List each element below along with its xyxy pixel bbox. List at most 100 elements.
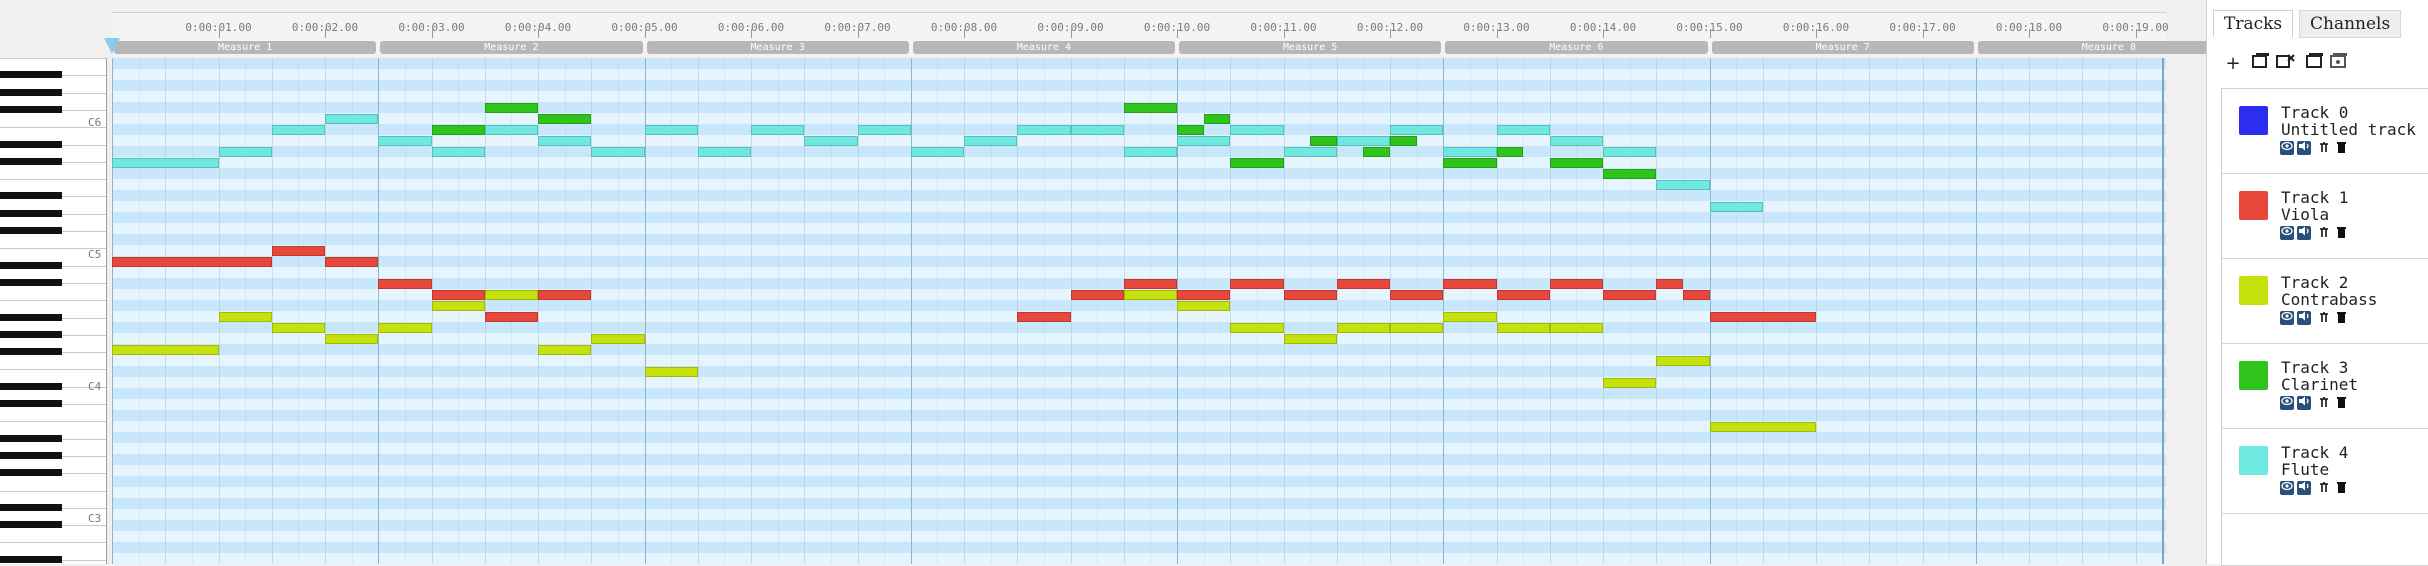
note-flute[interactable] xyxy=(1656,180,1710,190)
black-key[interactable] xyxy=(0,330,62,338)
note-contrabass[interactable] xyxy=(1390,323,1444,333)
note-flute[interactable] xyxy=(964,136,1018,146)
note-flute[interactable] xyxy=(538,136,592,146)
note-viola[interactable] xyxy=(1230,279,1284,289)
black-key[interactable] xyxy=(0,469,62,477)
note-flute[interactable] xyxy=(1017,125,1071,135)
note-contrabass[interactable] xyxy=(271,323,325,333)
note-grid[interactable] xyxy=(112,58,2166,564)
note-contrabass[interactable] xyxy=(1177,301,1231,311)
note-clarinet[interactable] xyxy=(538,114,592,124)
speaker-icon[interactable] xyxy=(2297,311,2311,325)
note-contrabass[interactable] xyxy=(538,345,592,355)
track-row[interactable]: Track 3 Clarinet xyxy=(2222,344,2428,429)
note-flute[interactable] xyxy=(644,125,698,135)
note-clarinet[interactable] xyxy=(1203,114,1231,124)
note-contrabass[interactable] xyxy=(325,334,379,344)
note-clarinet[interactable] xyxy=(1363,147,1390,157)
note-clarinet[interactable] xyxy=(1443,158,1497,168)
note-clarinet[interactable] xyxy=(484,103,538,113)
trash-icon[interactable] xyxy=(2334,481,2348,495)
trash-icon[interactable] xyxy=(2334,141,2348,155)
black-key[interactable] xyxy=(0,348,62,356)
instrument-icon[interactable] xyxy=(2317,481,2331,495)
note-flute[interactable] xyxy=(1283,147,1337,157)
black-key[interactable] xyxy=(0,88,62,96)
note-contrabass[interactable] xyxy=(1443,312,1497,322)
note-contrabass[interactable] xyxy=(112,345,219,355)
trash-icon[interactable] xyxy=(2334,226,2348,240)
instrument-icon[interactable] xyxy=(2317,141,2331,155)
note-viola[interactable] xyxy=(1496,290,1550,300)
black-key[interactable] xyxy=(0,555,62,563)
visibility-eye-icon[interactable] xyxy=(2280,226,2294,240)
black-key[interactable] xyxy=(0,140,62,148)
black-key[interactable] xyxy=(0,521,62,529)
track-color-swatch[interactable] xyxy=(2239,361,2268,390)
note-flute[interactable] xyxy=(804,136,858,146)
instrument-icon[interactable] xyxy=(2317,311,2331,325)
note-flute[interactable] xyxy=(1390,125,1444,135)
solo-icon[interactable] xyxy=(2303,52,2327,76)
black-key[interactable] xyxy=(0,382,62,390)
note-flute[interactable] xyxy=(910,147,964,157)
note-clarinet[interactable] xyxy=(1177,125,1204,135)
black-key[interactable] xyxy=(0,400,62,407)
note-contrabass[interactable] xyxy=(1656,356,1710,366)
note-flute[interactable] xyxy=(1070,125,1124,135)
note-viola[interactable] xyxy=(1709,312,1816,322)
note-viola[interactable] xyxy=(1336,279,1390,289)
visibility-eye-icon[interactable] xyxy=(2280,141,2294,155)
note-contrabass[interactable] xyxy=(1496,323,1550,333)
visibility-eye-icon[interactable] xyxy=(2280,311,2294,325)
note-flute[interactable] xyxy=(484,125,538,135)
note-contrabass[interactable] xyxy=(591,334,645,344)
measure-bar[interactable]: Measure 4 xyxy=(912,41,1175,54)
note-clarinet[interactable] xyxy=(1549,158,1603,168)
track-color-swatch[interactable] xyxy=(2239,446,2268,475)
black-key[interactable] xyxy=(0,434,62,442)
add-track-icon[interactable]: + xyxy=(2221,52,2245,76)
black-key[interactable] xyxy=(0,71,62,79)
note-flute[interactable] xyxy=(1443,147,1497,157)
note-viola[interactable] xyxy=(1070,290,1124,300)
visibility-eye-icon[interactable] xyxy=(2280,481,2294,495)
tab-tracks[interactable]: Tracks xyxy=(2213,10,2294,37)
note-viola[interactable] xyxy=(484,312,538,322)
note-viola[interactable] xyxy=(538,290,592,300)
note-flute[interactable] xyxy=(271,125,325,135)
tab-channels[interactable]: Channels xyxy=(2299,10,2402,38)
note-contrabass[interactable] xyxy=(1123,290,1177,300)
note-contrabass[interactable] xyxy=(644,367,698,377)
measure-bar[interactable]: Measure 3 xyxy=(646,41,909,54)
note-contrabass[interactable] xyxy=(218,312,272,322)
note-contrabass[interactable] xyxy=(484,290,538,300)
trash-icon[interactable] xyxy=(2334,311,2348,325)
timeline-ruler[interactable]: 0:00:01.00 0:00:02.00 0:00:03.00 0:00:04.00… xyxy=(112,12,2240,55)
speaker-icon[interactable] xyxy=(2297,141,2311,155)
note-flute[interactable] xyxy=(1496,125,1550,135)
measure-bar[interactable]: Measure 1 xyxy=(114,41,377,54)
black-key[interactable] xyxy=(0,157,62,165)
note-contrabass[interactable] xyxy=(1603,378,1657,388)
note-viola[interactable] xyxy=(1656,279,1683,289)
track-row[interactable]: Track 2 Contrabass xyxy=(2222,259,2428,344)
instrument-icon[interactable] xyxy=(2317,226,2331,240)
note-viola[interactable] xyxy=(1390,290,1444,300)
note-clarinet[interactable] xyxy=(431,125,485,135)
note-viola[interactable] xyxy=(1682,290,1710,300)
note-viola[interactable] xyxy=(325,257,379,267)
measure-bar[interactable]: Measure 5 xyxy=(1179,41,1442,54)
track-row[interactable]: Track 4 Flute xyxy=(2222,429,2428,514)
instrument-icon[interactable] xyxy=(2317,396,2331,410)
note-flute[interactable] xyxy=(1230,125,1284,135)
speaker-icon[interactable] xyxy=(2297,481,2311,495)
note-flute[interactable] xyxy=(751,125,805,135)
note-flute[interactable] xyxy=(431,147,485,157)
piano-keyboard[interactable]: C6 C5 C4 C3 xyxy=(0,58,107,564)
black-key[interactable] xyxy=(0,105,62,113)
note-clarinet[interactable] xyxy=(1603,169,1657,179)
mute-all-icon[interactable] xyxy=(2273,52,2297,76)
note-clarinet[interactable] xyxy=(1496,147,1524,157)
note-flute[interactable] xyxy=(378,136,432,146)
